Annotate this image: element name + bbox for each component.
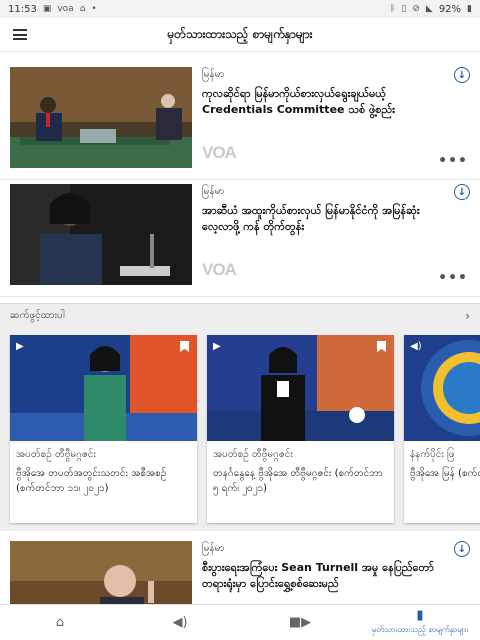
media-carousel[interactable]: ▶ အပတ်စဉ် တီဗွီမဂ္ဂဇင်း ဗွီအိုအေ တပတ်အတွ… <box>0 327 480 531</box>
media-card[interactable]: ▶ အပတ်စဉ် တီဗွီမဂ္ဂဇင်း ဗွီအိုအေ တပတ်အတွ… <box>10 335 197 523</box>
chevron-right-icon[interactable]: › <box>465 309 470 323</box>
more-options-icon[interactable]: ••• <box>438 270 468 286</box>
article-headline[interactable]: စီးပွားရေးအကြံပေး Sean Turnell အမှု နေပြ… <box>202 560 444 592</box>
app-bar: မှတ်သားထားသည့် စာမျက်နှာများ <box>0 18 480 52</box>
main-content[interactable]: မြန်မာ ကုလဆိုင်ရာ မြန်မာကိုယ်စားလှယ်ရွေး… <box>0 53 480 604</box>
wifi-icon: ◣ <box>425 4 433 14</box>
article-item[interactable]: မြန်မာ ကုလဆိုင်ရာ မြန်မာကိုယ်စားလှယ်ရွေး… <box>0 63 480 180</box>
article-headline[interactable]: ကုလဆိုင်ရာ မြန်မာကိုယ်စားလှယ်ရွေးချယ်မယ့… <box>202 86 444 118</box>
audio-icon: ◀) <box>172 614 188 630</box>
article-category[interactable]: မြန်မာ <box>202 541 444 556</box>
page-title: မှတ်သားထားသည့် စာမျက်နှာများ <box>167 26 313 41</box>
download-icon[interactable]: ↓ <box>454 67 470 83</box>
bluetooth-icon: ᛒ <box>389 4 396 14</box>
video-icon: ▶ <box>213 341 221 352</box>
home-icon: ⌂ <box>55 614 65 630</box>
dnd-icon: ⊘ <box>412 4 420 14</box>
audio-icon: ◀) <box>410 341 422 352</box>
image-icon: ▣ <box>42 4 52 14</box>
media-card[interactable]: ▶ အပတ်စဉ် တီဗွီမဂ္ဂဇင်း တနင်္ဂနွေနေ့ ဗွီ… <box>207 335 394 523</box>
card-category[interactable]: အပတ်စဉ် တီဗွီမဂ္ဂဇင်း <box>213 447 388 462</box>
card-thumbnail[interactable]: ▶ <box>10 335 197 441</box>
dot-icon: • <box>91 4 97 14</box>
card-category[interactable]: အပတ်စဉ် တီဗွီမဂ္ဂဇင်း <box>16 447 191 462</box>
nav-home[interactable]: ⌂ <box>0 605 120 640</box>
nav-video[interactable]: ■▶ <box>240 605 360 640</box>
article-thumbnail[interactable] <box>10 541 192 604</box>
download-icon[interactable]: ↓ <box>454 184 470 200</box>
bottom-nav: ⌂ ◀) ■▶ ▮ မှတ်သားထားသည့် စာမျက်နှာများ <box>0 604 480 640</box>
hamburger-icon <box>13 29 27 40</box>
more-options-icon[interactable]: ••• <box>438 153 468 169</box>
video-icon: ■▶ <box>288 614 312 630</box>
status-bar: 11:53 ▣ voa ⌂ • ᛒ ▯ ⊘ ◣ 92% ▮ <box>0 0 480 18</box>
bookmark-icon: ▮ <box>416 608 424 623</box>
download-icon[interactable]: ↓ <box>454 541 470 557</box>
article-headline[interactable]: အာဆီယံ အထူးကိုယ်စားလှယ် မြန်မာနိုင်ငံကို… <box>202 203 444 235</box>
home-icon: ⌂ <box>79 4 86 14</box>
article-category[interactable]: မြန်မာ <box>202 67 444 82</box>
nav-bookmarks[interactable]: ▮ မှတ်သားထားသည့် စာမျက်နှာများ <box>360 605 480 640</box>
card-category[interactable]: နံနက်ပိုင်း ဖြ <box>410 447 480 462</box>
video-icon: ▶ <box>16 341 24 352</box>
article-item[interactable]: မြန်မာ အာဆီယံ အထူးကိုယ်စားလှယ် မြန်မာနို… <box>0 180 480 297</box>
voa-icon: voa <box>57 4 74 14</box>
card-title[interactable]: ဗွီအိုအေ တပတ်အတွင်းသတင်း အစီအစဉ် (စက်တင်… <box>16 466 191 496</box>
card-title[interactable]: ဗွီအိုအေ မြန် (စက်တင် <box>410 466 480 481</box>
section-title: ဆက်ဖွင့်ထားပါ <box>10 310 65 321</box>
card-title[interactable]: တနင်္ဂနွေနေ့ ဗွီအိုအေ တီဗွီမဂ္ဂဇင်း (စက်… <box>213 466 388 496</box>
card-thumbnail[interactable]: ▶ <box>207 335 394 441</box>
article-category[interactable]: မြန်မာ <box>202 184 444 199</box>
voa-logo: VOA <box>202 143 237 162</box>
article-thumbnail[interactable] <box>10 184 192 285</box>
card-thumbnail[interactable]: ◀) <box>404 335 480 441</box>
article-item[interactable]: မြန်မာ စီးပွားရေးအကြံပေး Sean Turnell အမ… <box>0 531 480 604</box>
nav-bookmarks-label: မှတ်သားထားသည့် စာမျက်နှာများ <box>371 625 469 634</box>
battery-icon: ▮ <box>467 4 472 14</box>
media-card[interactable]: ◀) နံနက်ပိုင်း ဖြ ဗွီအိုအေ မြန် (စက်တင် <box>404 335 480 523</box>
vibrate-icon: ▯ <box>401 4 407 14</box>
continue-watching-header[interactable]: ဆက်ဖွင့်ထားပါ › <box>0 303 480 327</box>
article-thumbnail[interactable] <box>10 67 192 168</box>
status-time: 11:53 <box>8 3 37 15</box>
nav-audio[interactable]: ◀) <box>120 605 240 640</box>
battery-level: 92% <box>438 3 462 15</box>
voa-logo: VOA <box>202 260 237 279</box>
menu-button[interactable] <box>0 18 40 52</box>
